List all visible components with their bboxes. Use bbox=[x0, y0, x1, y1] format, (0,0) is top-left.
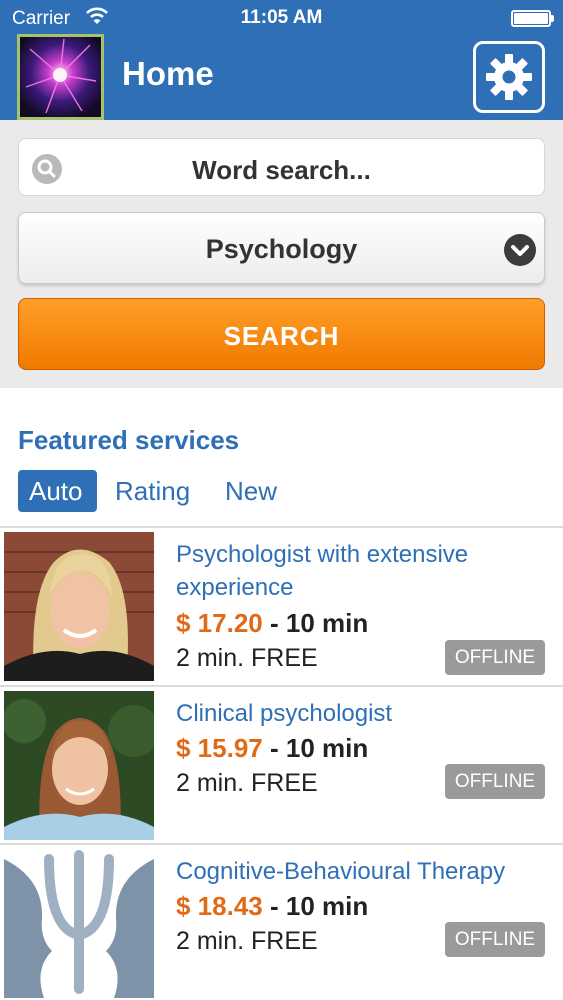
profile-avatar[interactable] bbox=[17, 34, 104, 120]
tab-new[interactable]: New bbox=[214, 470, 288, 512]
status-bar: Carrier 11:05 AM bbox=[0, 0, 563, 36]
header-bar: Carrier 11:05 AM Home bbox=[0, 0, 563, 120]
service-price: $ 15.97 bbox=[176, 733, 263, 763]
gear-icon bbox=[486, 54, 532, 100]
service-title[interactable]: Psychologist with extensive experience bbox=[176, 538, 546, 604]
category-selected-value: Psychology bbox=[205, 234, 358, 264]
status-time: 11:05 AM bbox=[240, 7, 323, 28]
battery-icon bbox=[511, 10, 554, 27]
page-title: Home bbox=[122, 55, 214, 92]
status-badge: OFFLINE bbox=[445, 640, 545, 675]
service-duration: - 10 min bbox=[262, 608, 369, 638]
search-panel: Word search... Psychology SEARCH bbox=[0, 120, 563, 388]
settings-button[interactable] bbox=[473, 41, 545, 113]
service-duration: - 10 min bbox=[262, 733, 369, 763]
search-button-label: SEARCH bbox=[223, 321, 340, 351]
plasma-ball-image bbox=[20, 37, 101, 117]
featured-services-heading: Featured services bbox=[18, 425, 240, 455]
word-search-input[interactable]: Word search... bbox=[18, 138, 545, 196]
service-photo bbox=[4, 691, 154, 840]
service-free-minutes: 2 min. FREE bbox=[176, 927, 318, 955]
service-duration: - 10 min bbox=[262, 891, 369, 921]
service-photo bbox=[4, 849, 154, 998]
service-title[interactable]: Cognitive-Behavioural Therapy bbox=[176, 855, 546, 888]
service-price-line: $ 15.97 - 10 min bbox=[176, 733, 368, 764]
status-badge: OFFLINE bbox=[445, 764, 545, 799]
service-list-item[interactable]: Cognitive-Behavioural Therapy $ 18.43 - … bbox=[0, 843, 563, 1000]
service-free-minutes: 2 min. FREE bbox=[176, 769, 318, 797]
search-button[interactable]: SEARCH bbox=[18, 298, 545, 370]
service-price-line: $ 18.43 - 10 min bbox=[176, 891, 368, 922]
service-title[interactable]: Clinical psychologist bbox=[176, 697, 546, 730]
service-free-minutes: 2 min. FREE bbox=[176, 644, 318, 672]
service-price: $ 17.20 bbox=[176, 608, 263, 638]
tab-auto[interactable]: Auto bbox=[18, 470, 97, 512]
service-price-line: $ 17.20 - 10 min bbox=[176, 608, 368, 639]
service-list-item[interactable]: Clinical psychologist $ 15.97 - 10 min 2… bbox=[0, 685, 563, 843]
tab-rating[interactable]: Rating bbox=[104, 470, 201, 512]
service-photo bbox=[4, 532, 154, 681]
status-badge: OFFLINE bbox=[445, 922, 545, 957]
service-price: $ 18.43 bbox=[176, 891, 263, 921]
chevron-down-icon bbox=[504, 234, 536, 266]
service-list-item[interactable]: Psychologist with extensive experience $… bbox=[0, 526, 563, 686]
word-search-placeholder: Word search... bbox=[192, 155, 371, 185]
category-select[interactable]: Psychology bbox=[18, 212, 545, 284]
